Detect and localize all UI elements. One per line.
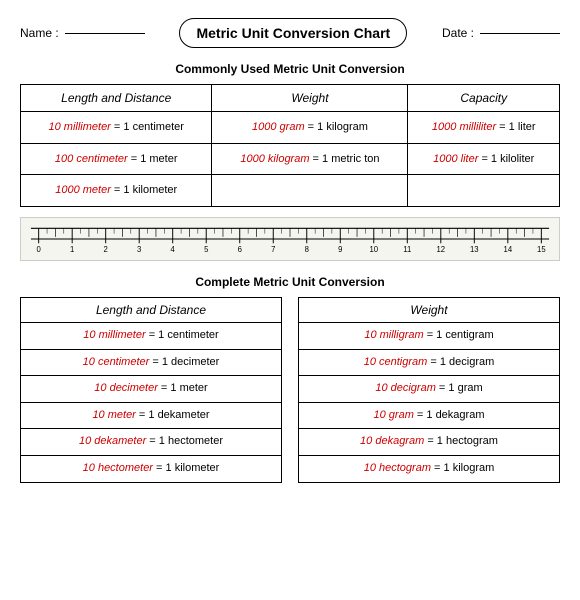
svg-text:12: 12 xyxy=(436,245,445,254)
table-row: 10 meter = 1 dekameter xyxy=(21,402,282,429)
table-row: 10 hectometer = 1 kilometer xyxy=(21,456,282,483)
svg-text:7: 7 xyxy=(271,245,276,254)
common-conversion-table: Length and Distance Weight Capacity 10 m… xyxy=(20,84,560,207)
complete-length-cell: 10 hectometer = 1 kilometer xyxy=(21,456,282,483)
table-row: 10 millimeter = 1 centimeter 1000 gram =… xyxy=(21,112,560,144)
cell-length-3: 1000 meter = 1 kilometer xyxy=(21,175,212,207)
col-header-weight: Weight xyxy=(212,85,408,112)
complete-weight-cell: 10 dekagram = 1 hectogram xyxy=(299,429,560,456)
svg-text:15: 15 xyxy=(537,245,546,254)
svg-text:10: 10 xyxy=(369,245,378,254)
date-field: Date : xyxy=(442,26,560,40)
cell-weight-2: 1000 kilogram = 1 metric ton xyxy=(212,143,408,175)
cell-length-2: 100 centimeter = 1 meter xyxy=(21,143,212,175)
ruler-svg: 0123456789101112131415 xyxy=(29,224,551,254)
table-row: 10 centimeter = 1 decimeter xyxy=(21,349,282,376)
chart-title: Metric Unit Conversion Chart xyxy=(179,18,407,48)
complete-weight-cell: 10 milligram = 1 centigram xyxy=(299,323,560,350)
ruler: 0123456789101112131415 cm xyxy=(20,217,560,261)
complete-weight-cell: 10 centigram = 1 decigram xyxy=(299,349,560,376)
complete-weight-header: Weight xyxy=(299,298,560,323)
svg-text:8: 8 xyxy=(305,245,310,254)
complete-weight-cell: 10 gram = 1 dekagram xyxy=(299,402,560,429)
svg-text:6: 6 xyxy=(238,245,243,254)
table-row: 10 dekameter = 1 hectometer xyxy=(21,429,282,456)
svg-text:3: 3 xyxy=(137,245,142,254)
complete-length-table: Length and Distance 10 millimeter = 1 ce… xyxy=(20,297,282,483)
table-row: 10 hectogram = 1 kilogram xyxy=(299,456,560,483)
svg-text:2: 2 xyxy=(104,245,109,254)
svg-text:9: 9 xyxy=(338,245,343,254)
svg-text:4: 4 xyxy=(171,245,176,254)
cell-capacity-2: 1000 liter = 1 kiloliter xyxy=(408,143,560,175)
cell-capacity-1: 1000 milliliter = 1 liter xyxy=(408,112,560,144)
svg-text:13: 13 xyxy=(470,245,479,254)
complete-section-tables: Length and Distance 10 millimeter = 1 ce… xyxy=(20,297,560,483)
complete-length-cell: 10 decimeter = 1 meter xyxy=(21,376,282,403)
ruler-cm-label: cm xyxy=(29,259,551,261)
svg-text:5: 5 xyxy=(204,245,209,254)
table-row: 100 centimeter = 1 meter 1000 kilogram =… xyxy=(21,143,560,175)
complete-length-cell: 10 dekameter = 1 hectometer xyxy=(21,429,282,456)
col-header-capacity: Capacity xyxy=(408,85,560,112)
date-underline xyxy=(480,33,560,34)
svg-text:0: 0 xyxy=(37,245,42,254)
name-underline xyxy=(65,33,145,34)
complete-weight-table: Weight 10 milligram = 1 centigram10 cent… xyxy=(298,297,560,483)
complete-weight-cell: 10 hectogram = 1 kilogram xyxy=(299,456,560,483)
complete-section-title: Complete Metric Unit Conversion xyxy=(20,275,560,289)
table-row: 10 centigram = 1 decigram xyxy=(299,349,560,376)
table-row: 10 gram = 1 dekagram xyxy=(299,402,560,429)
svg-text:14: 14 xyxy=(504,245,513,254)
complete-length-cell: 10 millimeter = 1 centimeter xyxy=(21,323,282,350)
table-row: 1000 meter = 1 kilometer xyxy=(21,175,560,207)
table-row: 10 dekagram = 1 hectogram xyxy=(299,429,560,456)
name-field: Name : xyxy=(20,26,145,40)
date-label: Date : xyxy=(442,26,474,40)
col-header-length: Length and Distance xyxy=(21,85,212,112)
complete-length-header: Length and Distance xyxy=(21,298,282,323)
cell-capacity-3 xyxy=(408,175,560,207)
complete-length-cell: 10 meter = 1 dekameter xyxy=(21,402,282,429)
cell-weight-3 xyxy=(212,175,408,207)
svg-text:11: 11 xyxy=(403,245,411,254)
cell-length-1: 10 millimeter = 1 centimeter xyxy=(21,112,212,144)
page-header: Name : Metric Unit Conversion Chart Date… xyxy=(20,18,560,48)
name-label: Name : xyxy=(20,26,59,40)
table-row: 10 millimeter = 1 centimeter xyxy=(21,323,282,350)
cell-weight-1: 1000 gram = 1 kilogram xyxy=(212,112,408,144)
svg-text:1: 1 xyxy=(70,245,75,254)
complete-length-cell: 10 centimeter = 1 decimeter xyxy=(21,349,282,376)
table-row: 10 decimeter = 1 meter xyxy=(21,376,282,403)
complete-weight-cell: 10 decigram = 1 gram xyxy=(299,376,560,403)
common-section-title: Commonly Used Metric Unit Conversion xyxy=(20,62,560,76)
table-row: 10 milligram = 1 centigram xyxy=(299,323,560,350)
table-row: 10 decigram = 1 gram xyxy=(299,376,560,403)
